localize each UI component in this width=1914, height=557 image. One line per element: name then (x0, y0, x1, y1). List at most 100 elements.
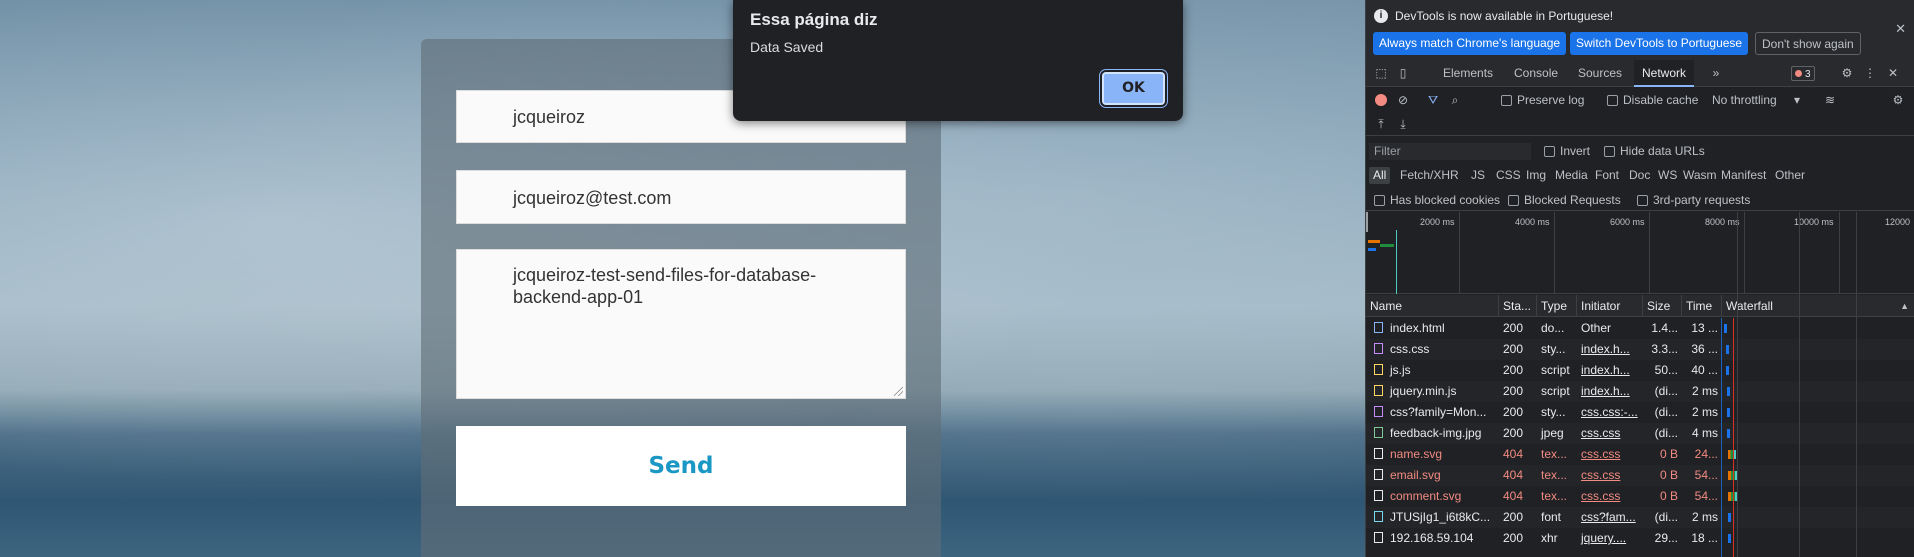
preserve-log-checkbox[interactable]: Preserve log (1501, 93, 1584, 107)
request-name: comment.svg (1390, 489, 1462, 503)
col-header-waterfall[interactable]: Waterfall ▲ (1722, 295, 1914, 317)
blocked-requests-checkbox[interactable]: Blocked Requests (1508, 193, 1621, 207)
always-match-language-button[interactable]: Always match Chrome's language (1373, 32, 1567, 55)
infobar-text: DevTools is now available in Portuguese! (1395, 9, 1614, 23)
send-button[interactable]: Send (456, 426, 906, 506)
third-party-checkbox[interactable]: 3rd-party requests (1637, 193, 1750, 207)
cell-size: 3.3... (1651, 342, 1678, 356)
cell-initiator[interactable]: css.css (1577, 465, 1643, 486)
throttling-select[interactable]: No throttling ▾ (1712, 93, 1800, 107)
comment-textarea[interactable]: jcqueiroz-test-send-files-for-database-b… (456, 249, 906, 399)
type-filter-img[interactable]: Img (1522, 167, 1550, 184)
type-filter-js[interactable]: JS (1467, 167, 1489, 184)
cell-initiator[interactable]: index.h... (1577, 381, 1643, 402)
type-filter-css[interactable]: CSS (1492, 167, 1525, 184)
col-header-status[interactable]: Sta... (1499, 295, 1537, 317)
clear-icon[interactable]: ⊘ (1396, 93, 1410, 107)
cell-name: JTUSjIg1_i6t8kC... (1366, 507, 1499, 528)
hide-data-urls-checkbox[interactable]: Hide data URLs (1604, 144, 1705, 158)
device-toggle-icon[interactable]: ▯ (1396, 66, 1410, 80)
more-tabs-icon[interactable]: » (1709, 66, 1723, 80)
gear-icon[interactable]: ⚙ (1840, 66, 1854, 80)
search-icon[interactable]: ⌕ (1448, 93, 1462, 107)
gridline (1744, 212, 1745, 293)
tab-network[interactable]: Network (1634, 60, 1695, 87)
cell-initiator[interactable]: jquery.... (1577, 528, 1643, 549)
col-header-size[interactable]: Size (1643, 295, 1682, 317)
timeline-tick: 4000 ms (1515, 217, 1550, 227)
type-filter-other[interactable]: Other (1771, 167, 1809, 184)
type-filter-ws[interactable]: WS (1654, 167, 1681, 184)
dont-show-again-button[interactable]: Don't show again (1755, 32, 1861, 55)
table-row[interactable]: name.svg 404 tex... css.css 0 B 24... (1366, 444, 1914, 465)
timeline-tick: 2000 ms (1420, 217, 1455, 227)
col-header-name[interactable]: Name (1366, 295, 1499, 317)
preserve-log-label: Preserve log (1517, 93, 1585, 107)
cell-initiator[interactable]: css.css:-... (1577, 402, 1643, 423)
cell-initiator[interactable]: css?fam... (1577, 507, 1643, 528)
table-row[interactable]: jquery.min.js 200 script index.h... (di... 2 … (1366, 381, 1914, 402)
timeline-overview[interactable]: 2000 ms 4000 ms 6000 ms 8000 ms 10000 ms… (1366, 212, 1914, 294)
error-count-badge[interactable]: 3 (1791, 66, 1815, 81)
cell-initiator[interactable]: index.h... (1577, 339, 1643, 360)
resize-handle-icon[interactable] (894, 387, 903, 396)
cell-name: email.svg (1366, 465, 1499, 486)
close-devtools-icon[interactable]: ✕ (1886, 66, 1900, 80)
col-header-initiator[interactable]: Initiator (1577, 295, 1643, 317)
record-icon[interactable] (1374, 93, 1388, 107)
export-har-icon[interactable]: ⤓ (1396, 117, 1410, 131)
cell-type: tex... (1541, 447, 1568, 461)
type-filter-font[interactable]: Font (1591, 167, 1623, 184)
cell-initiator[interactable]: css.css (1577, 423, 1643, 444)
switch-language-button[interactable]: Switch DevTools to Portuguese (1570, 32, 1749, 55)
email-input[interactable]: jcqueiroz@test.com (456, 170, 906, 224)
tab-sources[interactable]: Sources (1570, 60, 1630, 87)
table-row[interactable]: css?family=Mon... 200 sty... css.css:-... (d… (1366, 402, 1914, 423)
table-row[interactable]: email.svg 404 tex... css.css 0 B 54... (1366, 465, 1914, 486)
filter-icon[interactable]: ⛛ (1426, 93, 1440, 107)
inspect-element-icon[interactable]: ⬚ (1374, 66, 1388, 80)
tab-elements[interactable]: Elements (1435, 60, 1501, 87)
type-filter-all[interactable]: All (1369, 167, 1391, 184)
disable-cache-checkbox[interactable]: Disable cache (1607, 93, 1698, 107)
table-row[interactable]: css.css 200 sty... index.h... 3.3... 36 ... (1366, 339, 1914, 360)
import-har-icon[interactable]: ⤒ (1374, 117, 1388, 131)
request-name: css?family=Mon... (1390, 405, 1487, 419)
invert-checkbox[interactable]: Invert (1544, 144, 1590, 158)
type-filter-doc[interactable]: Doc (1625, 167, 1654, 184)
table-row[interactable]: JTUSjIg1_i6t8kC... 200 font css?fam... (di..… (1366, 507, 1914, 528)
timeline-tick: 8000 ms (1705, 217, 1740, 227)
close-icon[interactable]: ✕ (1895, 21, 1906, 37)
cell-initiator[interactable]: index.h... (1577, 360, 1643, 381)
table-row[interactable]: js.js 200 script index.h... 50... 40 ... (1366, 360, 1914, 381)
cell-type: sty... (1541, 405, 1566, 419)
gridline (1839, 212, 1840, 293)
type-filter-media[interactable]: Media (1551, 167, 1592, 184)
cell-initiator[interactable]: css.css (1577, 486, 1643, 507)
col-header-time[interactable]: Time (1682, 295, 1722, 317)
kebab-menu-icon[interactable]: ⋮ (1863, 66, 1877, 80)
cell-time: 2 ms (1691, 405, 1718, 419)
dialog-ok-button[interactable]: OK (1102, 72, 1165, 105)
blocked-cookies-checkbox[interactable]: Has blocked cookies (1374, 193, 1500, 207)
overview-handle[interactable] (1366, 212, 1368, 232)
col-header-type[interactable]: Type (1537, 295, 1577, 317)
cell-name: comment.svg (1366, 486, 1499, 507)
table-row[interactable]: index.html 200 do... Other 1.4... 13 ... (1366, 318, 1914, 339)
checkbox-icon (1544, 146, 1555, 158)
type-filter-manifest[interactable]: Manifest (1717, 167, 1770, 184)
type-filter-fetch-xhr[interactable]: Fetch/XHR (1396, 167, 1463, 184)
request-name: css.css (1390, 342, 1430, 356)
tab-console[interactable]: Console (1506, 60, 1566, 87)
filter-input[interactable]: Filter (1369, 143, 1531, 160)
table-row[interactable]: comment.svg 404 tex... css.css 0 B 54... (1366, 486, 1914, 507)
network-conditions-icon[interactable]: ≋ (1823, 93, 1837, 107)
cell-name: 192.168.59.104 (1366, 528, 1499, 549)
cell-initiator[interactable]: css.css (1577, 444, 1643, 465)
table-row[interactable]: 192.168.59.104 200 xhr jquery.... 29... 18 ..… (1366, 528, 1914, 549)
table-row[interactable]: feedback-img.jpg 200 jpeg css.css (di... 4 ms (1366, 423, 1914, 444)
type-filter-wasm[interactable]: Wasm (1679, 167, 1721, 184)
timeline-tick: 12000 (1885, 217, 1911, 227)
network-settings-gear-icon[interactable]: ⚙ (1891, 93, 1905, 107)
cell-time: 54... (1694, 468, 1718, 482)
